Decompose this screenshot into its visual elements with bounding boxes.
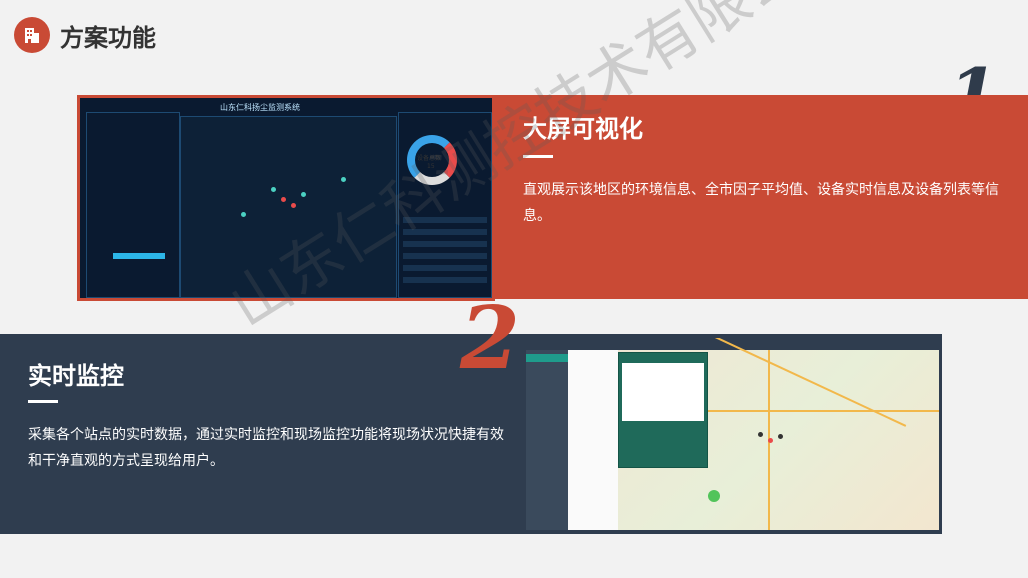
section2-underline xyxy=(28,400,58,403)
map-marker xyxy=(291,203,296,208)
building-icon xyxy=(14,17,50,53)
map-marker xyxy=(341,177,346,182)
monitoring-sidebar xyxy=(526,350,568,530)
dashboard-title: 山东仁科扬尘监测系统 xyxy=(220,103,300,112)
map-marker xyxy=(708,490,720,502)
map-marker xyxy=(768,438,773,443)
device-readings-grid xyxy=(622,363,704,421)
page-title: 方案功能 xyxy=(60,23,156,52)
monitoring-nav-active xyxy=(526,354,568,362)
page-header: 方案功能 xyxy=(14,15,156,55)
map-marker xyxy=(301,192,306,197)
section2-number: 2 xyxy=(460,288,520,389)
section2-description: 采集各个站点的实时数据，通过实时监控和现场监控功能将现场状况快捷有效和干净直观的… xyxy=(28,427,504,469)
map-marker xyxy=(758,432,763,437)
dashboard-bar xyxy=(113,253,165,259)
map-marker xyxy=(241,212,246,217)
map-marker xyxy=(281,197,286,202)
dashboard-left-panel xyxy=(86,112,180,298)
device-row xyxy=(403,277,487,283)
device-info-popup xyxy=(618,352,708,468)
section1-description: 直观展示该地区的环境信息、全市因子平均值、设备实时信息及设备列表等信息。 xyxy=(523,182,999,224)
monitoring-screenshot xyxy=(526,338,939,530)
section2-heading: 实时监控 xyxy=(28,362,124,390)
map-marker xyxy=(778,434,783,439)
device-row xyxy=(403,265,487,271)
monitoring-device-tree xyxy=(568,350,618,530)
device-row xyxy=(403,253,487,259)
map-marker xyxy=(271,187,276,192)
